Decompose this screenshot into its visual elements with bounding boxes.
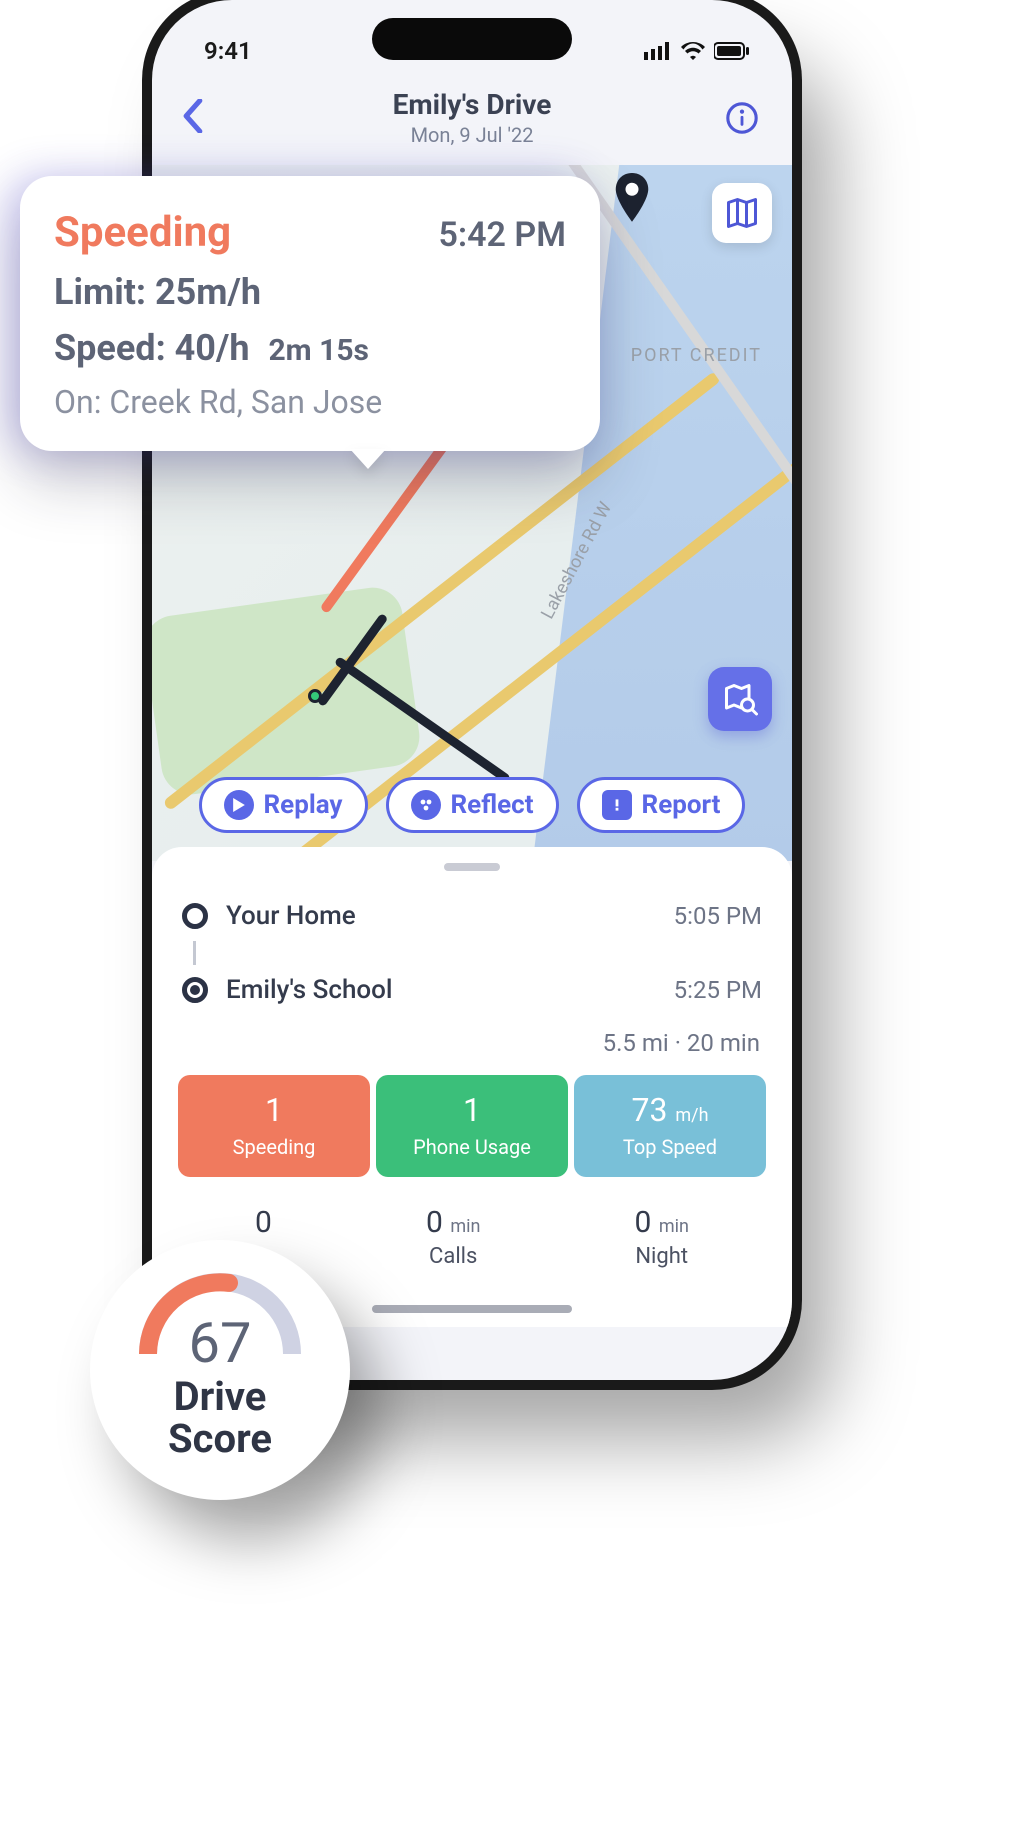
back-button[interactable]	[182, 99, 222, 137]
stop-end-icon	[182, 977, 208, 1003]
phone-count: 1	[382, 1091, 562, 1129]
gauge-icon	[130, 1264, 310, 1354]
stop-connector	[193, 941, 196, 965]
status-time: 9:41	[204, 37, 252, 65]
metric-item: 0 min Calls	[426, 1205, 480, 1269]
page-title: Emily's Drive	[222, 88, 722, 121]
map-icon	[724, 195, 760, 231]
drive-score-badge[interactable]: 67 Drive Score	[90, 1240, 350, 1500]
wifi-icon	[680, 42, 706, 60]
event-time: 5:42 PM	[438, 215, 566, 255]
nav-header: Emily's Drive Mon, 9 Jul '22	[152, 78, 792, 165]
phone-label: Phone Usage	[382, 1135, 562, 1159]
reflect-icon	[411, 790, 441, 820]
report-button[interactable]: Report	[577, 777, 746, 833]
home-indicator	[372, 1305, 572, 1313]
stop-time: 5:25 PM	[674, 976, 762, 1004]
event-limit: Limit: 25m/h	[54, 271, 566, 313]
map-style-button[interactable]	[712, 183, 772, 243]
reflect-button[interactable]: Reflect	[386, 777, 559, 833]
speeding-tile[interactable]: 1 Speeding	[178, 1075, 370, 1177]
drive-score-label: Drive Score	[168, 1376, 272, 1460]
map-area-label: PORT CREDIT	[631, 345, 762, 366]
drag-handle[interactable]	[444, 863, 500, 871]
phone-usage-tile[interactable]: 1 Phone Usage	[376, 1075, 568, 1177]
replay-button[interactable]: Replay	[199, 777, 368, 833]
trip-summary: 5.5 mi · 20 min	[184, 1029, 760, 1057]
event-location: On: Creek Rd, San Jose	[54, 383, 566, 421]
report-icon	[602, 790, 632, 820]
route-end-marker	[612, 173, 652, 229]
info-button[interactable]	[722, 101, 762, 135]
stop-time: 5:05 PM	[674, 902, 762, 930]
speeding-label: Speeding	[184, 1135, 364, 1159]
stop-row: Emily's School 5:25 PM	[178, 965, 766, 1015]
locate-button[interactable]	[708, 667, 772, 731]
stop-start-icon	[182, 903, 208, 929]
route-start-marker	[308, 689, 322, 703]
device-notch	[372, 18, 572, 60]
stop-row: Your Home 5:05 PM	[178, 891, 766, 941]
map-actions: Replay Reflect Report	[152, 777, 792, 833]
event-tiles: 1 Speeding 1 Phone Usage 73 m/h Top Spee…	[178, 1075, 766, 1177]
stop-name: Your Home	[226, 901, 356, 931]
play-icon	[224, 790, 254, 820]
map-search-icon	[722, 681, 758, 717]
cellular-icon	[644, 42, 672, 60]
battery-icon	[714, 42, 750, 60]
reflect-label: Reflect	[451, 790, 534, 820]
event-duration: 2m 15s	[268, 333, 369, 368]
top-speed-value: 73 m/h	[580, 1091, 760, 1129]
replay-label: Replay	[264, 790, 343, 820]
event-type-label: Speeding	[54, 208, 231, 257]
top-speed-tile[interactable]: 73 m/h Top Speed	[574, 1075, 766, 1177]
top-speed-label: Top Speed	[580, 1135, 760, 1159]
page-subtitle: Mon, 9 Jul '22	[222, 123, 722, 147]
metric-item: 0 min Night	[635, 1205, 689, 1269]
event-speed: Speed: 40/h 2m 15s	[54, 327, 566, 369]
stop-name: Emily's School	[226, 975, 393, 1005]
event-speed-value: Speed: 40/h	[54, 327, 250, 369]
speeding-event-card: Speeding 5:42 PM Limit: 25m/h Speed: 40/…	[20, 176, 600, 451]
speeding-count: 1	[184, 1091, 364, 1129]
report-label: Report	[642, 790, 721, 820]
